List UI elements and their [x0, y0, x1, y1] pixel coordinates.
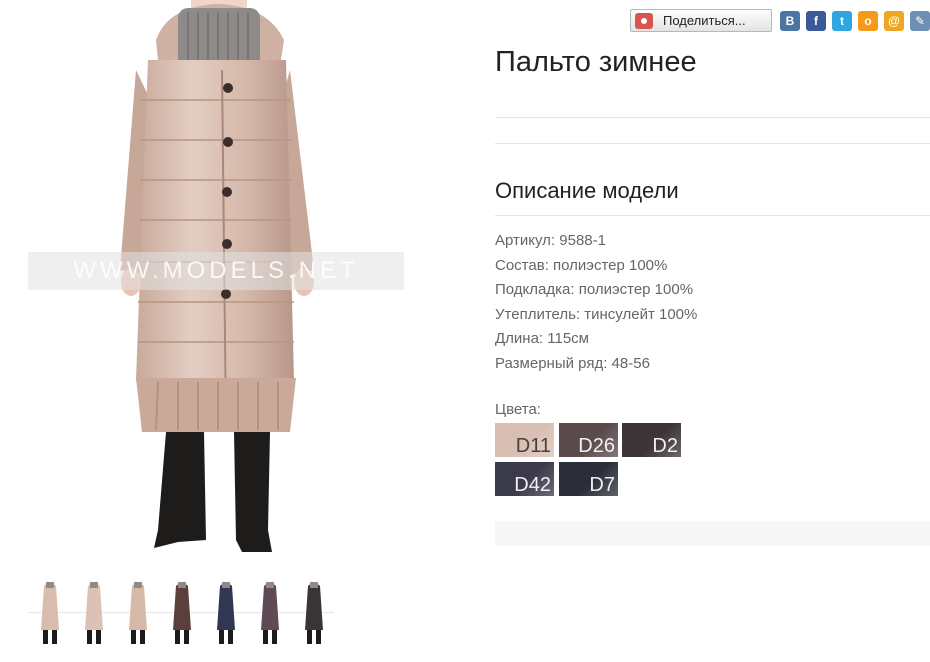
twitter-icon[interactable]: t: [832, 10, 852, 31]
color-swatch-d42[interactable]: D42: [495, 462, 554, 496]
share-button[interactable]: Поделиться...: [630, 9, 772, 32]
color-swatch-d26[interactable]: D26: [559, 423, 618, 457]
spec-list: Артикул: 9588-1 Состав: полиэстер 100% П…: [495, 229, 697, 377]
vkontakte-icon[interactable]: B: [780, 10, 800, 31]
spec-size-range: Размерный ряд: 48-56: [495, 354, 650, 372]
spec-composition: Состав: полиэстер 100%: [495, 256, 668, 274]
thumbnail-coat-navy[interactable]: [204, 580, 248, 648]
thumbnail-coat-beige-1[interactable]: [28, 580, 72, 648]
share-button-label: Поделиться...: [663, 13, 746, 28]
color-code: D42: [514, 474, 551, 496]
description-heading: Описание модели: [495, 178, 679, 203]
share-bar: Поделиться... Bf t o @ ✎: [630, 9, 930, 32]
social-icons: Bf t o @ ✎: [772, 10, 930, 31]
divider: [495, 143, 930, 144]
color-code: D11: [515, 435, 551, 457]
spec-article: Артикул: 9588-1: [495, 232, 606, 249]
divider: [495, 215, 930, 216]
color-code: D7: [589, 474, 615, 496]
thumbnail-coat-dark[interactable]: [292, 580, 336, 648]
thumbnail-coat-mauve[interactable]: [248, 580, 292, 648]
info-footer-box: [495, 521, 930, 546]
product-main-photo[interactable]: WWW.MODELS.NET: [28, 0, 404, 568]
mail-ru-icon[interactable]: @: [884, 10, 904, 31]
odnoklassniki-icon[interactable]: o: [858, 10, 878, 31]
livejournal-icon[interactable]: ✎: [910, 10, 930, 31]
spec-lining: Подкладка: полиэстер 100%: [495, 281, 694, 299]
color-code: D2: [652, 435, 678, 457]
share-icon: [635, 12, 653, 29]
thumbnail-coat-beige-3[interactable]: [116, 580, 160, 648]
colors-label: Цвета:: [495, 401, 541, 418]
divider: [495, 117, 930, 118]
thumbnail-strip: [28, 580, 336, 648]
spec-length: Длина: 115см: [495, 330, 589, 348]
color-swatch-d7[interactable]: D7: [559, 462, 618, 496]
product-title: Пальто зимнее: [495, 46, 697, 78]
thumbnail-coat-brown[interactable]: [160, 580, 204, 648]
thumbnail-coat-beige-2[interactable]: [72, 580, 116, 648]
color-code: D26: [578, 435, 615, 457]
photo-watermark: WWW.MODELS.NET: [28, 252, 404, 290]
color-swatch-d2[interactable]: D2: [622, 423, 681, 457]
facebook-icon[interactable]: f: [806, 10, 826, 31]
color-swatch-d11[interactable]: D11: [495, 423, 554, 457]
spec-insulation: Утеплитель: тинсулейт 100%: [495, 305, 698, 323]
